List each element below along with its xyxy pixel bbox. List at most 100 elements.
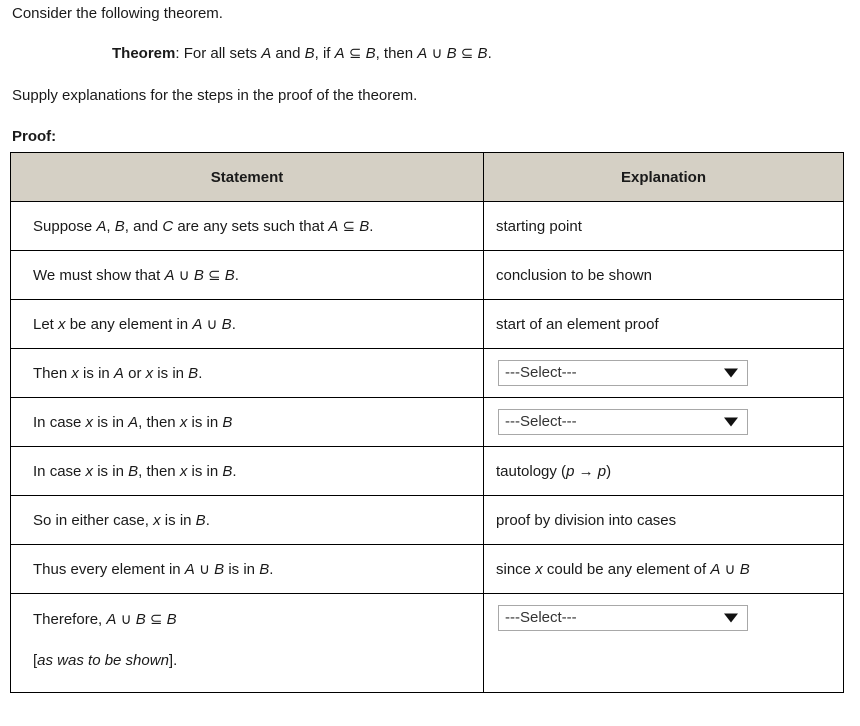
table-row: In case x is in A, then x is in B ---Sele… bbox=[10, 397, 844, 447]
explanation-text: start of an element proof bbox=[496, 315, 659, 333]
math-variable: B bbox=[188, 364, 199, 382]
math-variable: A bbox=[710, 561, 721, 578]
math-variable: C bbox=[162, 218, 174, 235]
statement-cell: We must show that A ∪ B ⊆ B. bbox=[10, 250, 484, 300]
theorem-var-b: B bbox=[304, 45, 315, 62]
math-variable: B bbox=[166, 611, 177, 628]
table-row: Then x is in A or x is in B. ---Select--- bbox=[10, 348, 844, 398]
math-variable: A bbox=[328, 218, 339, 235]
theorem-var-b2: B bbox=[365, 45, 376, 62]
theorem-var-a3: A bbox=[417, 45, 428, 62]
math-variable: A bbox=[96, 218, 107, 235]
theorem-subset-2: ⊆ bbox=[456, 45, 478, 62]
intro-instruction-1: Consider the following theorem. bbox=[12, 5, 223, 22]
table-header-row: Statement Explanation bbox=[10, 152, 844, 202]
math-variable: x bbox=[85, 413, 94, 431]
math-variable: B bbox=[222, 462, 233, 480]
theorem-body-2: and bbox=[271, 45, 305, 62]
table-row: In case x is in B, then x is in B. tautol… bbox=[10, 446, 844, 496]
explanation-text: proof by division into cases bbox=[496, 511, 677, 529]
proof-table-body: Suppose A, B, and C are any sets such th… bbox=[10, 201, 844, 693]
math-variable: p bbox=[597, 462, 607, 480]
explanation-cell: starting point bbox=[483, 201, 844, 251]
explanation-cell: proof by division into cases bbox=[483, 495, 844, 545]
math-variable: A bbox=[164, 267, 175, 284]
table-row: Therefore, A ∪ B ⊆ B [as was to be shown]… bbox=[10, 593, 844, 693]
math-variable: B bbox=[259, 561, 270, 578]
math-variable: B bbox=[128, 462, 139, 480]
proof-table: Statement Explanation Suppose A, B, and … bbox=[10, 152, 844, 693]
math-variable: B bbox=[135, 611, 146, 628]
math-variable: B bbox=[359, 218, 370, 235]
intro-instruction-2: Supply explanations for the steps in the… bbox=[12, 87, 418, 104]
theorem-body-4: , then bbox=[375, 45, 418, 62]
math-variable: B bbox=[114, 218, 125, 235]
math-variable: B bbox=[214, 561, 225, 578]
explanation-cell: conclusion to be shown bbox=[483, 250, 844, 300]
theorem-var-a2: A bbox=[334, 45, 345, 62]
math-variable: A bbox=[113, 364, 124, 382]
math-variable: A bbox=[184, 561, 195, 578]
math-variable: x bbox=[71, 364, 79, 382]
table-row: Let x be any element in A ∪ B. start of a… bbox=[10, 299, 844, 349]
theorem-var-b3: B bbox=[446, 45, 457, 62]
statement-cell: So in either case, x is in B. bbox=[10, 495, 484, 545]
statement-cell: In case x is in B, then x is in B. bbox=[10, 446, 484, 496]
math-variable: x bbox=[145, 364, 154, 382]
statement-line-1: Therefore, A ∪ B ⊆ B bbox=[33, 611, 177, 628]
explanation-text: conclusion to be shown bbox=[496, 266, 652, 284]
proof-label: Proof: bbox=[12, 128, 57, 145]
math-variable: B bbox=[222, 413, 233, 431]
explanation-cell: tautology (p → p) bbox=[483, 446, 844, 496]
math-variable: B bbox=[224, 267, 235, 284]
explanation-select-value: ---Select--- bbox=[505, 364, 577, 381]
math-variable: x bbox=[85, 462, 94, 480]
theorem-subset-1: ⊆ bbox=[344, 45, 366, 62]
explanation-select-value: ---Select--- bbox=[505, 609, 577, 626]
theorem-var-b4: B bbox=[477, 45, 488, 62]
math-variable: B bbox=[195, 511, 206, 529]
math-variable: p bbox=[566, 462, 575, 480]
chevron-down-icon[interactable] bbox=[724, 613, 738, 623]
column-header-statement: Statement bbox=[10, 152, 484, 202]
statement-cell: Suppose A, B, and C are any sets such th… bbox=[10, 201, 484, 251]
statement-cell: In case x is in A, then x is in B bbox=[10, 397, 484, 447]
math-variable: B bbox=[739, 561, 750, 578]
theorem-body-1: For all sets bbox=[179, 45, 262, 62]
statement-cell: Then x is in A or x is in B. bbox=[10, 348, 484, 398]
theorem-union-1: ∪ bbox=[427, 45, 447, 62]
table-row: Suppose A, B, and C are any sets such th… bbox=[10, 201, 844, 251]
proof-table-head: Statement Explanation bbox=[10, 152, 844, 202]
math-variable: A bbox=[192, 316, 203, 333]
statement-cell: Let x be any element in A ∪ B. bbox=[10, 299, 484, 349]
explanation-select[interactable]: ---Select--- bbox=[498, 409, 748, 435]
emphasised-phrase: as was to be shown bbox=[37, 652, 169, 669]
proof-exercise-page: Consider the following theorem. Theorem:… bbox=[0, 0, 860, 726]
explanation-cell[interactable]: ---Select--- bbox=[483, 348, 844, 398]
math-variable: x bbox=[179, 413, 188, 431]
explanation-cell[interactable]: ---Select--- bbox=[483, 397, 844, 447]
explanation-text: tautology (p → p) bbox=[496, 462, 612, 480]
math-variable: x bbox=[535, 561, 543, 578]
explanation-text: starting point bbox=[496, 217, 582, 235]
explanation-select[interactable]: ---Select--- bbox=[498, 360, 748, 386]
statement-cell: Thus every element in A ∪ B is in B. bbox=[10, 544, 484, 594]
statement-cell: Therefore, A ∪ B ⊆ B [as was to be shown]… bbox=[10, 593, 484, 693]
theorem-label: Theorem bbox=[112, 45, 176, 62]
explanation-select[interactable]: ---Select--- bbox=[498, 605, 748, 631]
math-variable: B bbox=[193, 267, 204, 284]
explanation-text: since x could be any element of A ∪ B bbox=[496, 561, 750, 578]
math-variable: x bbox=[179, 462, 188, 480]
theorem-body-3: , if bbox=[314, 45, 335, 62]
chevron-down-icon[interactable] bbox=[724, 417, 738, 427]
table-row: Thus every element in A ∪ B is in B. sinc… bbox=[10, 544, 844, 594]
explanation-cell[interactable]: ---Select--- bbox=[483, 593, 844, 693]
explanation-select-value: ---Select--- bbox=[505, 413, 577, 430]
math-variable: x bbox=[58, 316, 66, 333]
chevron-down-icon[interactable] bbox=[724, 368, 738, 378]
math-variable: A bbox=[128, 413, 139, 431]
theorem-period: . bbox=[487, 45, 492, 62]
explanation-cell: start of an element proof bbox=[483, 299, 844, 349]
table-row: So in either case, x is in B. proof by di… bbox=[10, 495, 844, 545]
math-variable: x bbox=[153, 511, 161, 529]
